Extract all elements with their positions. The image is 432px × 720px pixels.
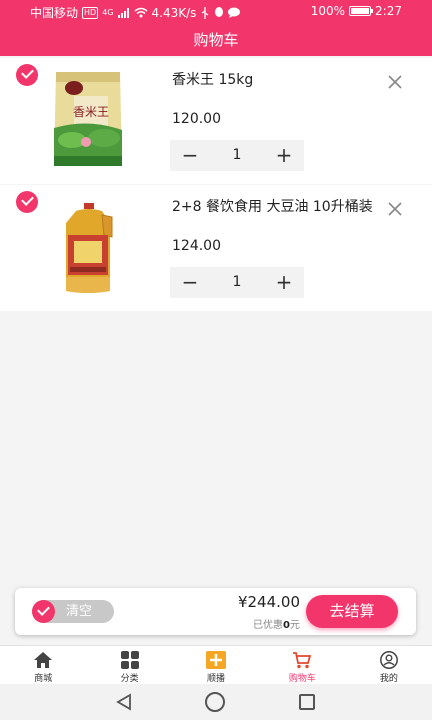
quantity-stepper: − 1 + [170, 140, 304, 171]
plus-box-icon [206, 651, 227, 669]
usb-icon [202, 6, 209, 19]
product-price: 120.00 [172, 111, 221, 127]
oil-bottle-image [22, 195, 154, 297]
discount-suffix: 元 [290, 620, 300, 631]
qq-icon [215, 6, 224, 17]
tab-mine[interactable]: 我的 [346, 646, 432, 684]
recent-apps-icon[interactable] [299, 694, 315, 710]
wifi-icon [134, 7, 147, 18]
remove-item-button[interactable] [386, 74, 404, 92]
network-speed: 4.43K/s [151, 5, 197, 20]
signal-icon [117, 7, 129, 18]
tab-label: 顺播 [207, 674, 226, 684]
tab-label: 分类 [120, 674, 139, 684]
back-icon[interactable] [115, 693, 133, 711]
carrier-label: 中国移动 [30, 6, 79, 20]
remove-item-button[interactable] [386, 201, 404, 219]
tab-category[interactable]: 分类 [86, 646, 172, 684]
hd-badge: HD [82, 6, 99, 19]
product-name[interactable]: 2+8 餐饮食用 大豆油 10升桶装 [172, 196, 382, 216]
checkout-bar: 清空 ¥244.00 已优惠0元 去结算 [15, 588, 416, 635]
status-bar: 中国移动 HD 4G 4.43K/s 100% 2:27 [0, 0, 432, 24]
battery-percent: 100% [310, 4, 346, 18]
quantity-stepper: − 1 + [170, 267, 304, 298]
rice-bag-label: 香米王 [73, 105, 109, 119]
battery-icon [349, 6, 374, 16]
close-icon [388, 202, 402, 216]
increment-button[interactable]: + [264, 267, 304, 298]
cart-icon [293, 652, 312, 669]
total-price: ¥244.00 [237, 593, 300, 611]
home-icon [34, 652, 53, 668]
message-icon [228, 7, 241, 18]
increment-button[interactable]: + [264, 140, 304, 171]
category-grid-icon [120, 651, 139, 669]
cart-item: 2+8 餐饮食用 大豆油 10升桶装 124.00 − 1 + [0, 185, 432, 311]
item-checkbox[interactable] [16, 191, 38, 213]
bottom-tab-bar: 商城 分类 顺播 购物车 我的 [0, 645, 432, 684]
tab-label: 商城 [34, 674, 53, 684]
system-nav-bar [0, 684, 432, 720]
tab-cart[interactable]: 购物车 [259, 646, 345, 684]
clear-cart-label: 清空 [66, 604, 93, 619]
decrement-button[interactable]: − [170, 267, 210, 298]
discount-text: 已优惠0元 [215, 616, 300, 631]
home-button-icon[interactable] [205, 692, 225, 712]
product-image-rice[interactable]: 香米王 [22, 68, 154, 170]
clock: 2:27 [375, 4, 402, 18]
clear-cart-toggle[interactable]: 清空 [32, 600, 114, 623]
discount-amount: 0 [283, 620, 290, 631]
cart-item: 香米王 香米王 15kg 120.00 − 1 + [0, 58, 432, 184]
tab-label: 我的 [379, 674, 398, 684]
decrement-button[interactable]: − [170, 140, 210, 171]
user-icon [379, 651, 398, 669]
tab-label: 购物车 [288, 674, 316, 684]
network-type: 4G [102, 8, 114, 17]
quantity-value[interactable]: 1 [210, 267, 264, 298]
checkout-button[interactable]: 去结算 [306, 595, 398, 628]
item-checkbox[interactable] [16, 64, 38, 86]
close-icon [388, 75, 402, 89]
select-all-checkbox[interactable] [32, 600, 55, 623]
product-name[interactable]: 香米王 15kg [172, 69, 382, 89]
product-image-oil[interactable] [22, 195, 154, 297]
tab-post[interactable]: 顺播 [173, 646, 259, 684]
quantity-value[interactable]: 1 [210, 140, 264, 171]
tab-mall[interactable]: 商城 [0, 646, 86, 684]
page-title: 购物车 [0, 24, 432, 56]
product-price: 124.00 [172, 238, 221, 254]
rice-bag-image: 香米王 [22, 68, 154, 170]
discount-prefix: 已优惠 [253, 620, 284, 631]
